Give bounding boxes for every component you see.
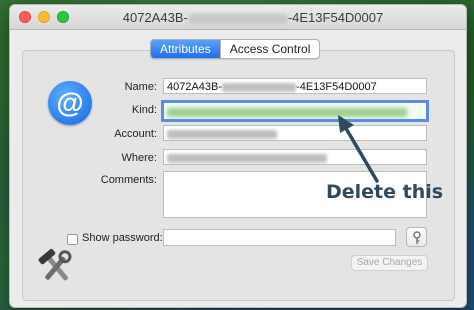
account-redacted <box>167 129 277 139</box>
title-prefix: 4072A43B- <box>122 10 188 25</box>
zoom-button[interactable] <box>57 11 69 23</box>
name-prefix: 4072A43B- <box>167 81 223 93</box>
name-label: Name: <box>124 81 157 93</box>
account-label: Account: <box>114 128 157 140</box>
where-label: Where: <box>121 152 157 164</box>
password-field[interactable] <box>163 229 396 246</box>
show-password-checkbox[interactable] <box>67 234 78 245</box>
where-redacted <box>167 153 327 163</box>
hammer-wrench-logo-icon <box>38 248 72 281</box>
name-suffix: -4E13F54D0007 <box>296 81 377 93</box>
annotation-text: Delete this <box>326 181 444 203</box>
tab-attributes[interactable]: Attributes <box>151 40 220 58</box>
minimize-button[interactable] <box>38 11 50 23</box>
keychain-item-window: 4072A43B- -4E13F54D0007 Attributes Access… <box>9 4 467 308</box>
name-field[interactable]: 4072A43B- -4E13F54D0007 <box>163 78 427 94</box>
save-changes-button[interactable]: Save Changes <box>351 255 428 271</box>
show-password-label: Show password: <box>82 232 163 244</box>
key-icon <box>412 231 421 244</box>
name-redacted <box>222 82 297 92</box>
close-button[interactable] <box>19 11 31 23</box>
title-suffix: -4E13F54D0007 <box>287 10 384 25</box>
window-title: 4072A43B- -4E13F54D0007 <box>80 10 426 25</box>
comments-label: Comments: <box>100 174 157 186</box>
title-redacted <box>188 13 287 24</box>
tab-access-control[interactable]: Access Control <box>219 40 320 58</box>
password-assistant-button[interactable] <box>406 227 427 247</box>
title-bar: 4072A43B- -4E13F54D0007 <box>10 5 466 30</box>
tab-bar: Attributes Access Control <box>150 39 321 59</box>
kind-label: Kind: <box>131 104 157 116</box>
